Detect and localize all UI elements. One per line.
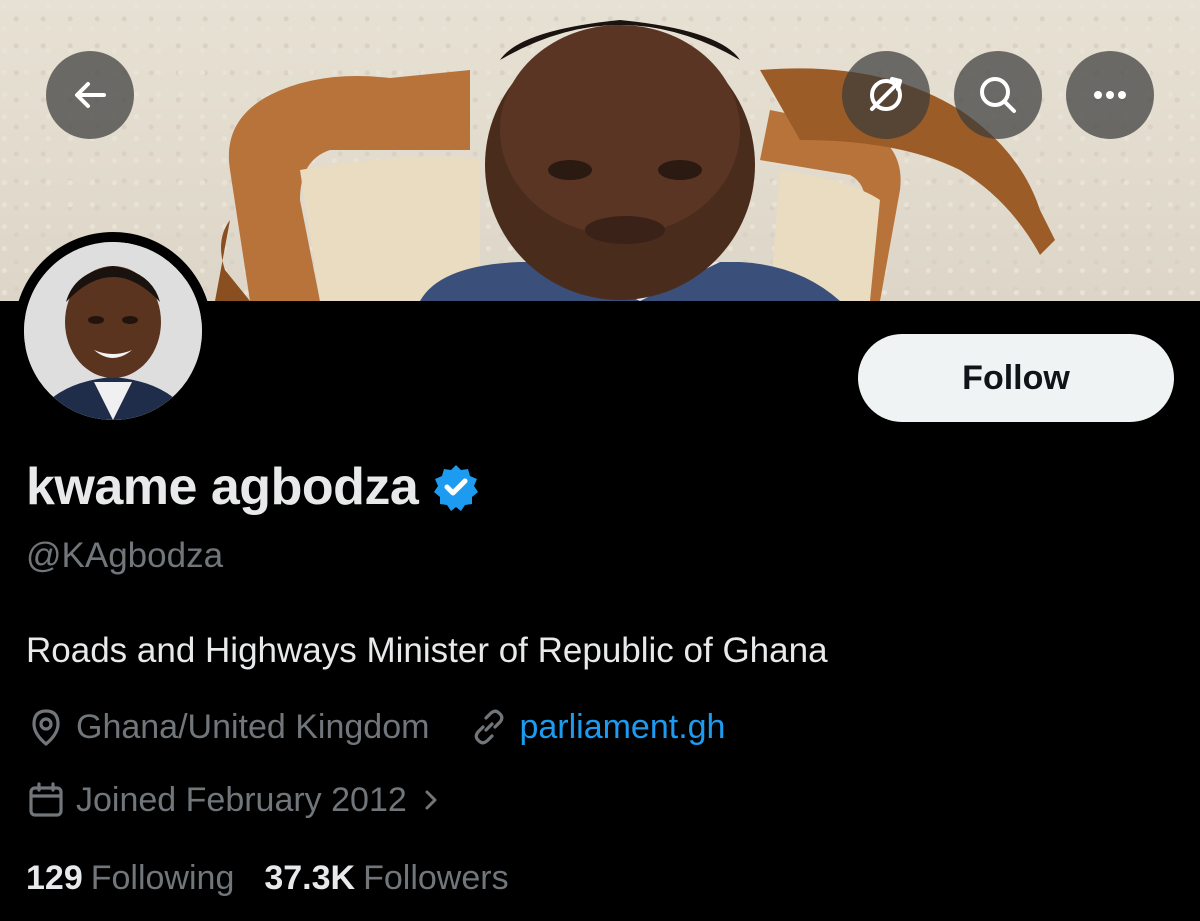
follow-button[interactable]: Follow <box>858 334 1174 422</box>
location-pin-icon <box>32 709 60 746</box>
banner-photo-illustration <box>215 20 1055 301</box>
search-icon <box>980 77 1016 113</box>
translate-button[interactable] <box>842 51 930 139</box>
search-button[interactable] <box>954 51 1042 139</box>
more-button[interactable] <box>1066 51 1154 139</box>
verified-badge-icon[interactable] <box>432 463 480 511</box>
avatar[interactable] <box>14 232 212 430</box>
follow-stats: 129 Following 37.3K Followers <box>26 856 509 900</box>
chevron-right-icon <box>425 790 437 810</box>
location-text: Ghana/United Kingdom <box>76 708 430 746</box>
following-count: 129 <box>26 859 83 897</box>
display-name: kwame agbodza <box>26 458 419 516</box>
profile-page: Follow kwame agbodza @KAgbodza Roads and… <box>0 0 1200 921</box>
avatar-photo-illustration <box>24 242 202 420</box>
joined-date: Joined February 2012 <box>76 781 407 819</box>
avatar-image <box>24 242 202 420</box>
following-label: Following <box>90 859 235 897</box>
arrow-left-icon <box>75 82 106 108</box>
back-button[interactable] <box>46 51 134 139</box>
website-link[interactable]: parliament.gh <box>519 705 725 749</box>
joined-row[interactable]: Joined February 2012 <box>26 778 445 822</box>
translate-icon <box>870 77 902 111</box>
joined-item[interactable]: Joined February 2012 <box>26 778 445 822</box>
profile-meta-row: Ghana/United Kingdom parliament.gh <box>26 705 725 749</box>
following-stat[interactable]: 129 Following <box>26 856 234 900</box>
more-horizontal-icon <box>1094 91 1126 99</box>
profile-bio: Roads and Highways Minister of Republic … <box>26 631 828 670</box>
profile-handle: @KAgbodza <box>26 536 224 575</box>
location-item: Ghana/United Kingdom <box>26 705 429 749</box>
calendar-icon <box>29 782 63 817</box>
followers-stat[interactable]: 37.3K Followers <box>264 856 508 900</box>
link-icon <box>475 709 504 745</box>
website-item[interactable]: parliament.gh <box>469 705 725 749</box>
name-row: kwame agbodza <box>26 456 480 518</box>
profile-banner-image[interactable] <box>0 0 1200 301</box>
followers-label: Followers <box>363 859 509 897</box>
followers-count: 37.3K <box>264 859 356 897</box>
